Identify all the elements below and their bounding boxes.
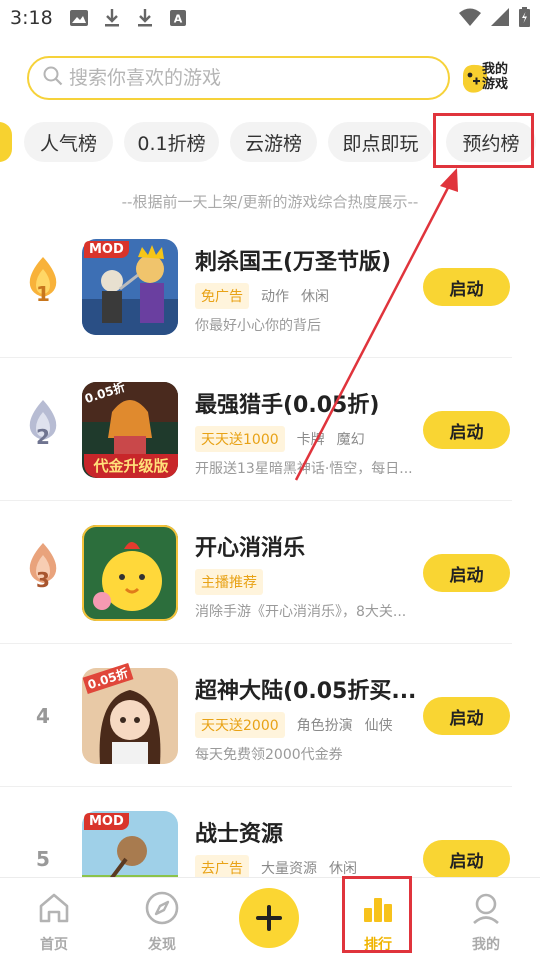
game-title: 超神大陆(0.05折买... — [195, 679, 417, 704]
launch-button[interactable]: 启动 — [423, 268, 510, 306]
search-input[interactable] — [69, 67, 429, 89]
tag: 仙侠 — [364, 718, 393, 734]
game-tags: 免广告 动作 休闲 — [195, 283, 341, 309]
status-time: 3:18 — [10, 7, 53, 29]
search-icon — [43, 66, 63, 90]
game-description: 消除手游《开心消消乐》，8大关... — [195, 604, 407, 620]
profile-icon — [473, 893, 499, 924]
launch-button[interactable]: 启动 — [423, 697, 510, 735]
download-icon — [135, 8, 155, 28]
list-item[interactable]: 2 0.05折 代金升级版 最强猎手(0.05折) 天天送1000 卡牌 魔幻 … — [0, 358, 540, 501]
tab-instant-play[interactable]: 即点即玩 — [328, 122, 433, 162]
tag: 动作 — [261, 289, 289, 305]
hot-tag: 天天送2000 — [195, 712, 285, 738]
tag: 大量资源 — [261, 861, 317, 877]
my-games-label: 我的游戏 — [482, 62, 509, 92]
mod-badge: MOD — [84, 813, 129, 830]
list-item[interactable]: 5 MOD 战士资源 去广告 大量资源 休闲 启动 — [0, 787, 540, 877]
annotation-highlight-reservation-tab — [433, 113, 534, 168]
tag: 休闲 — [301, 289, 329, 305]
tag: 魔幻 — [336, 432, 365, 448]
rank-number: 4 — [36, 704, 50, 728]
game-description: 你最好小心你的背后 — [195, 318, 321, 334]
launch-button[interactable]: 启动 — [423, 554, 510, 592]
rank-number: 1 — [36, 282, 50, 306]
nav-mine-label: 我的 — [472, 937, 500, 953]
game-description: 每天免费领2000代金券 — [195, 747, 343, 763]
annotation-highlight-rank-nav — [342, 876, 412, 953]
nav-discover[interactable]: 发现 — [127, 890, 197, 954]
tag: 休闲 — [329, 861, 357, 877]
search-row: 我的游戏 — [0, 54, 540, 102]
rank-number: 2 — [36, 425, 50, 449]
home-icon — [39, 893, 69, 923]
tab-popular[interactable]: 人气榜 — [24, 122, 113, 162]
nav-mine[interactable]: 我的 — [451, 890, 521, 954]
my-games-button[interactable]: 我的游戏 — [460, 58, 516, 98]
game-icon — [82, 525, 178, 621]
launch-button[interactable]: 启动 — [423, 411, 510, 449]
wifi-icon — [459, 8, 481, 30]
game-tags: 天天送2000 角色扮演 仙侠 — [195, 712, 405, 738]
tab-discount[interactable]: 0.1折榜 — [124, 122, 219, 162]
mod-badge: MOD — [84, 241, 129, 258]
hot-tag: 去广告 — [195, 855, 249, 877]
game-title: 开心消消乐 — [195, 536, 306, 561]
list-item[interactable]: 4 0.05折 超神大陆(0.05折买... 天天送2000 角色扮演 仙侠 每… — [0, 644, 540, 787]
hot-tag: 主播推荐 — [195, 569, 263, 595]
tag: 角色扮演 — [296, 718, 353, 734]
game-tags: 主播推荐 — [195, 569, 275, 595]
ranking-description: --根据前一天上架/更新的游戏综合热度展示-- — [121, 193, 419, 211]
nav-home-label: 首页 — [40, 937, 68, 953]
compass-icon — [145, 891, 179, 925]
game-title: 战士资源 — [195, 822, 284, 847]
list-item[interactable]: 3 开心消消乐 主播推荐 消除手游《开心消消乐》，8大关... 启动 — [0, 501, 540, 644]
icon-caption: 代金升级版 — [84, 454, 178, 478]
list-item[interactable]: 1 MOD 刺杀国王(万圣节版) 免广告 动作 休闲 你最好小心你的背后 启动 — [0, 215, 540, 358]
nav-discover-label: 发现 — [148, 937, 176, 953]
app-notification-icon: A — [168, 8, 188, 28]
add-button[interactable] — [239, 888, 299, 948]
search-bar[interactable] — [27, 56, 450, 100]
hot-tag: 免广告 — [195, 283, 249, 309]
status-indicators — [459, 7, 530, 31]
svg-text:A: A — [173, 13, 182, 26]
game-title: 刺杀国王(万圣节版) — [195, 250, 392, 275]
game-title: 最强猎手(0.05折) — [195, 393, 380, 418]
tab-cloud[interactable]: 云游榜 — [230, 122, 317, 162]
bottom-navigation: 首页 发现 排行 我的 — [0, 877, 540, 960]
plus-icon — [256, 905, 282, 931]
cellular-signal-icon — [491, 8, 509, 30]
nav-home[interactable]: 首页 — [19, 890, 89, 954]
rank-number: 3 — [36, 568, 50, 592]
rank-number: 5 — [36, 847, 50, 871]
battery-icon — [519, 7, 530, 31]
tag: 卡牌 — [296, 432, 325, 448]
game-tags: 去广告 大量资源 休闲 — [195, 855, 369, 877]
launch-button[interactable]: 启动 — [423, 840, 510, 877]
hot-tag: 天天送1000 — [195, 426, 285, 452]
gallery-notification-icon — [69, 8, 89, 28]
status-bar: 3:18 A — [0, 0, 540, 36]
game-description: 开服送13星暗黑神话·悟空，每日... — [195, 461, 413, 477]
download-icon — [102, 8, 122, 28]
game-tags: 天天送1000 卡牌 魔幻 — [195, 426, 377, 452]
